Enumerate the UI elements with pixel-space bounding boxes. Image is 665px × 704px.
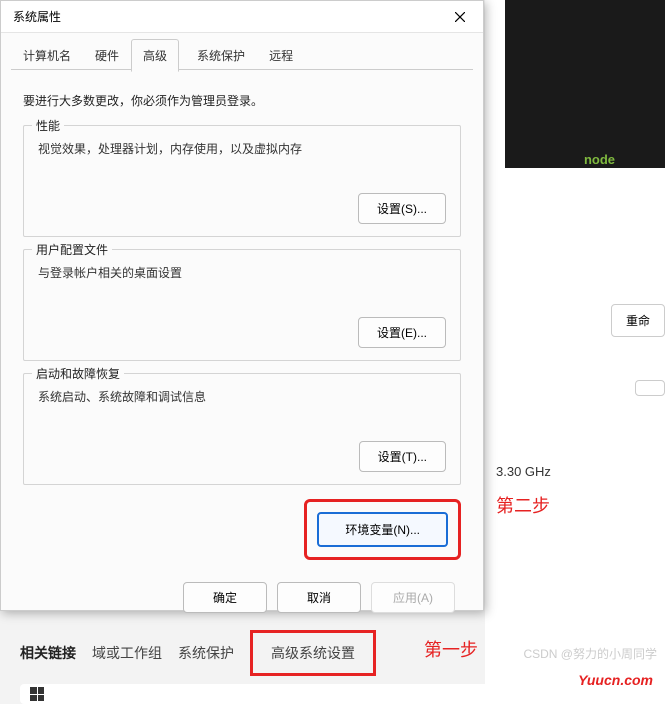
dialog-title: 系统属性	[13, 8, 61, 25]
cpu-ghz-text: 3.30 GHz	[496, 464, 551, 479]
performance-settings-button[interactable]: 设置(S)...	[358, 193, 446, 224]
cancel-button[interactable]: 取消	[277, 582, 361, 613]
group-userprofile-title: 用户配置文件	[32, 241, 112, 258]
related-links-row: 相关链接 域或工作组 系统保护 高级系统设置	[20, 630, 376, 676]
tab-system-protection[interactable]: 系统保护	[185, 39, 257, 72]
ok-button[interactable]: 确定	[183, 582, 267, 613]
env-variables-highlight: 环境变量(N)...	[304, 499, 461, 560]
tab-hardware[interactable]: 硬件	[83, 39, 131, 72]
group-startup-desc: 系统启动、系统故障和调试信息	[38, 388, 446, 405]
userprofile-settings-button[interactable]: 设置(E)...	[358, 317, 446, 348]
tab-underline	[11, 69, 473, 70]
group-performance: 性能 视觉效果，处理器计划，内存使用，以及虚拟内存 设置(S)...	[23, 125, 461, 237]
yuucn-credit: Yuucn.com	[578, 672, 653, 688]
env-variables-row: 环境变量(N)...	[23, 499, 461, 560]
close-icon	[455, 12, 465, 22]
dialog-content: 要进行大多数更改，你必须作为管理员登录。 性能 视觉效果，处理器计划，内存使用，…	[1, 72, 483, 625]
apply-button[interactable]: 应用(A)	[371, 582, 455, 613]
group-userprofile: 用户配置文件 与登录帐户相关的桌面设置 设置(E)...	[23, 249, 461, 361]
group-performance-title: 性能	[32, 117, 64, 134]
tabs-row: 计算机名 硬件 高级 系统保护 远程	[1, 33, 483, 72]
admin-info-text: 要进行大多数更改，你必须作为管理员登录。	[23, 92, 461, 109]
env-variables-button[interactable]: 环境变量(N)...	[317, 512, 448, 547]
tab-computer-name[interactable]: 计算机名	[11, 39, 83, 72]
startup-settings-button[interactable]: 设置(T)...	[359, 441, 446, 472]
tab-remote[interactable]: 远程	[257, 39, 305, 72]
annotation-step1: 第一步	[424, 636, 478, 662]
group-startup: 启动和故障恢复 系统启动、系统故障和调试信息 设置(T)...	[23, 373, 461, 485]
advanced-system-settings-highlight: 高级系统设置	[250, 630, 376, 676]
link-domain-workgroup[interactable]: 域或工作组	[92, 643, 162, 663]
annotation-step2: 第二步	[496, 492, 550, 518]
group-performance-desc: 视觉效果，处理器计划，内存使用，以及虚拟内存	[38, 140, 446, 157]
tab-advanced[interactable]: 高级	[131, 39, 179, 72]
background-dark-region	[505, 0, 665, 168]
bottom-card	[20, 684, 640, 704]
csdn-watermark: CSDN @努力的小周同学	[523, 645, 657, 662]
windows-icon	[30, 687, 44, 701]
rename-button-partial[interactable]: 重命	[611, 304, 665, 337]
link-system-protection[interactable]: 系统保护	[178, 643, 234, 663]
dialog-footer-buttons: 确定 取消 应用(A)	[23, 582, 461, 613]
related-links-label: 相关链接	[20, 643, 76, 663]
dialog-titlebar: 系统属性	[1, 1, 483, 33]
node-logo-text: node	[584, 152, 615, 167]
side-button-partial[interactable]	[635, 380, 665, 396]
link-advanced-system-settings[interactable]: 高级系统设置	[271, 645, 355, 661]
close-button[interactable]	[437, 1, 483, 33]
system-properties-dialog: 系统属性 计算机名 硬件 高级 系统保护 远程 要进行大多数更改，你必须作为管理…	[0, 0, 484, 611]
group-userprofile-desc: 与登录帐户相关的桌面设置	[38, 264, 446, 281]
group-startup-title: 启动和故障恢复	[32, 365, 124, 382]
